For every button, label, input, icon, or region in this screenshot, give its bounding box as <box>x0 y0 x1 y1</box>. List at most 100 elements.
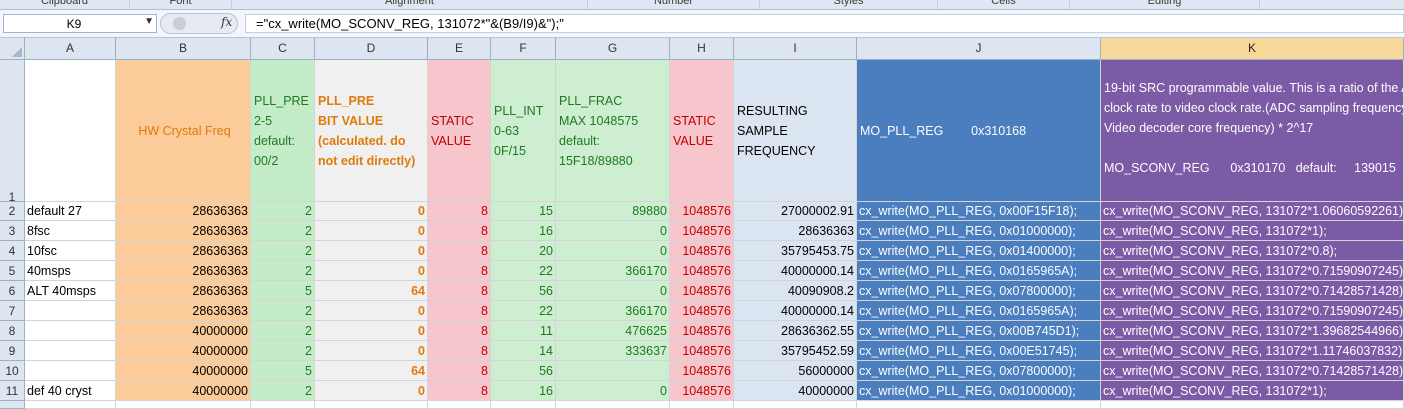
formula-input[interactable]: ="cx_write(MO_SCONV_REG, 131072*"&(B9/I9… <box>245 14 1404 33</box>
column-header-k[interactable]: K <box>1101 38 1404 60</box>
row-header-11[interactable]: 11 <box>0 381 25 401</box>
cell-f9[interactable]: 14 <box>491 341 556 361</box>
cell-k8[interactable]: cx_write(MO_SCONV_REG, 131072*1.39682544… <box>1101 321 1404 341</box>
cell-c2[interactable]: 2 <box>251 202 315 221</box>
cell-a6[interactable]: ALT 40msps <box>25 281 116 301</box>
cell-k2[interactable]: cx_write(MO_SCONV_REG, 131072*1.06060592… <box>1101 202 1404 221</box>
cell-b7[interactable]: 28636363 <box>116 301 251 321</box>
row-header-3[interactable]: 3 <box>0 221 25 241</box>
name-box[interactable]: K9 ▼ <box>3 14 157 33</box>
cell-h3[interactable]: 1048576 <box>670 221 734 241</box>
row-header-9[interactable]: 9 <box>0 341 25 361</box>
cell-c5[interactable]: 2 <box>251 261 315 281</box>
cell-c9[interactable]: 2 <box>251 341 315 361</box>
cell-e2[interactable]: 8 <box>428 202 491 221</box>
row-header-10[interactable]: 10 <box>0 361 25 381</box>
cell-h11[interactable]: 1048576 <box>670 381 734 401</box>
cell-b5[interactable]: 28636363 <box>116 261 251 281</box>
cell-e7[interactable]: 8 <box>428 301 491 321</box>
column-header-d[interactable]: D <box>315 38 428 60</box>
cell-i10[interactable]: 56000000 <box>734 361 857 381</box>
cell-i8[interactable]: 28636362.55 <box>734 321 857 341</box>
row-header-8[interactable]: 8 <box>0 321 25 341</box>
header-cell-j[interactable]: MO_PLL_REG 0x310168 <box>857 60 1101 202</box>
cell-h10[interactable]: 1048576 <box>670 361 734 381</box>
cell-e5[interactable]: 8 <box>428 261 491 281</box>
chevron-down-icon[interactable]: ▼ <box>144 16 154 27</box>
row-header-2[interactable]: 2 <box>0 202 25 221</box>
cell-f3[interactable]: 16 <box>491 221 556 241</box>
cell-a5[interactable]: 40msps <box>25 261 116 281</box>
header-cell-g[interactable]: PLL_FRAC MAX 1048575 default: 15F18/8988… <box>556 60 670 202</box>
cell-g10[interactable] <box>556 361 670 381</box>
cell-i12[interactable] <box>734 401 857 409</box>
cell-f11[interactable]: 16 <box>491 381 556 401</box>
header-cell-h[interactable]: STATIC VALUE <box>670 60 734 202</box>
cell-d5[interactable]: 0 <box>315 261 428 281</box>
cell-i7[interactable]: 40000000.14 <box>734 301 857 321</box>
column-header-g[interactable]: G <box>556 38 670 60</box>
cell-g7[interactable]: 366170 <box>556 301 670 321</box>
cell-i9[interactable]: 35795452.59 <box>734 341 857 361</box>
cell-j9[interactable]: cx_write(MO_PLL_REG, 0x00E51745); <box>857 341 1101 361</box>
cell-h12[interactable] <box>670 401 734 409</box>
row-header-6[interactable]: 6 <box>0 281 25 301</box>
header-cell-d[interactable]: PLL_PRE BIT VALUE (calculated. do not ed… <box>315 60 428 202</box>
cell-j7[interactable]: cx_write(MO_PLL_REG, 0x0165965A); <box>857 301 1101 321</box>
cell-k6[interactable]: cx_write(MO_SCONV_REG, 131072*0.71428571… <box>1101 281 1404 301</box>
cell-g9[interactable]: 333637 <box>556 341 670 361</box>
row-header-7[interactable]: 7 <box>0 301 25 321</box>
cell-h7[interactable]: 1048576 <box>670 301 734 321</box>
cell-d12[interactable] <box>315 401 428 409</box>
cell-h9[interactable]: 1048576 <box>670 341 734 361</box>
column-header-f[interactable]: F <box>491 38 556 60</box>
cell-k10[interactable]: cx_write(MO_SCONV_REG, 131072*0.71428571… <box>1101 361 1404 381</box>
insert-function-icon[interactable]: fx <box>221 15 232 29</box>
cell-c4[interactable]: 2 <box>251 241 315 261</box>
cell-a4[interactable]: 10fsc <box>25 241 116 261</box>
cell-i5[interactable]: 40000000.14 <box>734 261 857 281</box>
cell-b8[interactable]: 40000000 <box>116 321 251 341</box>
header-cell-b[interactable]: HW Crystal Freq <box>116 60 251 202</box>
cell-g8[interactable]: 476625 <box>556 321 670 341</box>
row-header-4[interactable]: 4 <box>0 241 25 261</box>
cell-k9[interactable]: cx_write(MO_SCONV_REG, 131072*1.11746037… <box>1101 341 1404 361</box>
cell-c6[interactable]: 5 <box>251 281 315 301</box>
cell-e4[interactable]: 8 <box>428 241 491 261</box>
cell-k4[interactable]: cx_write(MO_SCONV_REG, 131072*0.8); <box>1101 241 1404 261</box>
cell-f7[interactable]: 22 <box>491 301 556 321</box>
header-cell-a[interactable] <box>25 60 116 202</box>
cell-a8[interactable] <box>25 321 116 341</box>
cell-e12[interactable] <box>428 401 491 409</box>
cell-c7[interactable]: 2 <box>251 301 315 321</box>
cell-j11[interactable]: cx_write(MO_PLL_REG, 0x01000000); <box>857 381 1101 401</box>
cell-f5[interactable]: 22 <box>491 261 556 281</box>
cell-k12[interactable] <box>1101 401 1404 409</box>
cell-j5[interactable]: cx_write(MO_PLL_REG, 0x0165965A); <box>857 261 1101 281</box>
cell-h4[interactable]: 1048576 <box>670 241 734 261</box>
cell-d4[interactable]: 0 <box>315 241 428 261</box>
select-all-corner[interactable] <box>0 38 25 60</box>
row-header-5[interactable]: 5 <box>0 261 25 281</box>
cell-e9[interactable]: 8 <box>428 341 491 361</box>
cell-b10[interactable]: 40000000 <box>116 361 251 381</box>
row-header-1[interactable]: 1 <box>0 60 25 202</box>
cell-g11[interactable]: 0 <box>556 381 670 401</box>
cell-d9[interactable]: 0 <box>315 341 428 361</box>
column-header-h[interactable]: H <box>670 38 734 60</box>
cell-k5[interactable]: cx_write(MO_SCONV_REG, 131072*0.71590907… <box>1101 261 1404 281</box>
cell-d6[interactable]: 64 <box>315 281 428 301</box>
cell-j6[interactable]: cx_write(MO_PLL_REG, 0x07800000); <box>857 281 1101 301</box>
column-header-j[interactable]: J <box>857 38 1101 60</box>
formula-options-icon[interactable] <box>173 17 186 30</box>
cell-b9[interactable]: 40000000 <box>116 341 251 361</box>
cell-i2[interactable]: 27000002.91 <box>734 202 857 221</box>
header-cell-k[interactable]: 19-bit SRC programmable value. This is a… <box>1101 60 1404 202</box>
cell-a3[interactable]: 8fsc <box>25 221 116 241</box>
cell-j10[interactable]: cx_write(MO_PLL_REG, 0x07800000); <box>857 361 1101 381</box>
cell-f12[interactable] <box>491 401 556 409</box>
cell-j4[interactable]: cx_write(MO_PLL_REG, 0x01400000); <box>857 241 1101 261</box>
cell-e11[interactable]: 8 <box>428 381 491 401</box>
cell-h6[interactable]: 1048576 <box>670 281 734 301</box>
cell-f2[interactable]: 15 <box>491 202 556 221</box>
